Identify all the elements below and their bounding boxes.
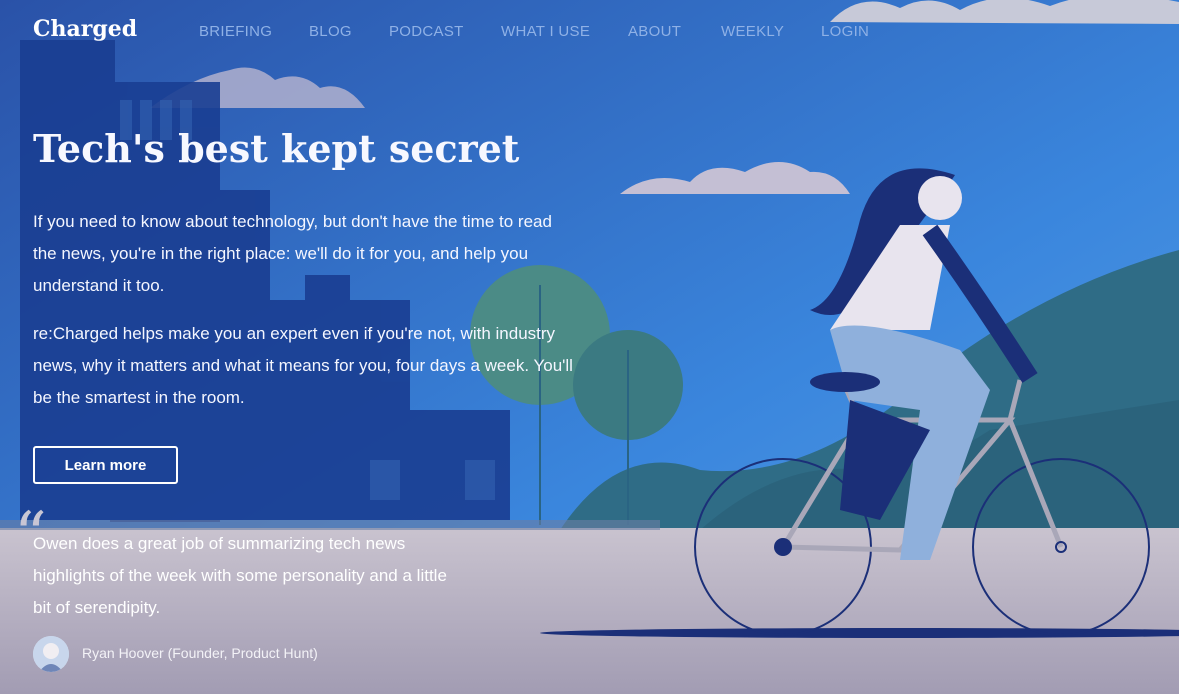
nav-login[interactable]: LOGIN [821,23,869,40]
hero-description-paragraph: re:Charged helps make you an expert even… [33,324,573,407]
nav-briefing[interactable]: BRIEFING [199,23,272,40]
nav-about[interactable]: ABOUT [628,23,681,40]
site-logo[interactable]: Charged [33,16,137,42]
nav-weekly[interactable]: WEEKLY [721,23,784,40]
nav-podcast[interactable]: PODCAST [389,23,464,40]
testimonial-quote: Owen does a great job of summarizing tec… [33,534,447,617]
hero-title: Tech's best kept secret [33,126,520,171]
avatar [33,636,69,672]
nav-what-i-use[interactable]: WHAT I USE [501,23,590,40]
nav-blog[interactable]: BLOG [309,23,352,40]
top-navigation: Charged BRIEFING BLOG PODCAST WHAT I USE… [0,0,1179,62]
learn-more-button[interactable]: Learn more [33,446,178,484]
testimonial-author: Ryan Hoover (Founder, Product Hunt) [82,645,318,661]
hero-intro-paragraph: If you need to know about technology, bu… [33,212,552,295]
